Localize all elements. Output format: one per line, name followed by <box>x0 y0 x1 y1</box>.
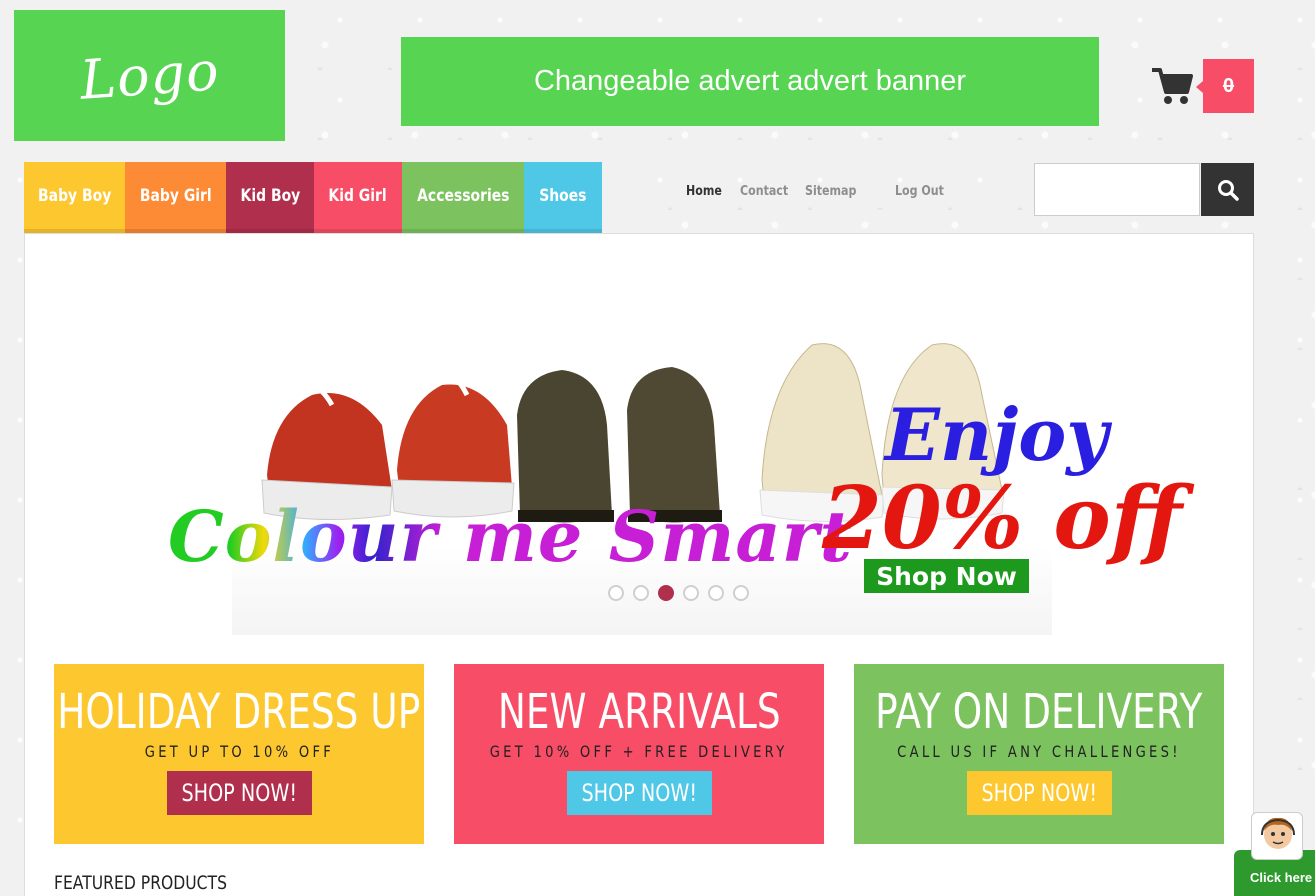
logo-text: Logo <box>77 39 222 112</box>
home-link[interactable]: Home <box>686 184 732 199</box>
category-label: Kid Girl <box>328 185 388 206</box>
category-kid-girl[interactable]: Kid Girl <box>314 162 402 233</box>
category-label: Kid Boy <box>240 185 300 206</box>
contact-link[interactable]: Contact <box>740 184 795 199</box>
promo-pay-on-delivery[interactable]: PAY ON DELIVERY CALL US IF ANY CHALLENGE… <box>854 664 1224 844</box>
promo-title: HOLIDAY DRESS UP <box>57 684 421 740</box>
promo-shop-button[interactable]: SHOP NOW! <box>566 771 712 815</box>
category-kid-boy[interactable]: Kid Boy <box>226 162 314 233</box>
slide-dot-5[interactable] <box>708 585 724 601</box>
logo[interactable]: Logo <box>14 10 285 141</box>
promo-holiday[interactable]: HOLIDAY DRESS UP GET UP TO 10% OFF SHOP … <box>54 664 424 844</box>
promo-subtitle: GET 10% OFF + FREE DELIVERY <box>490 742 788 761</box>
category-baby-girl[interactable]: Baby Girl <box>125 162 226 233</box>
promo-shop-button[interactable]: SHOP NOW! <box>166 771 312 815</box>
slide-dot-2[interactable] <box>633 585 649 601</box>
featured-products-heading: FEATURED PRODUCTS <box>54 872 227 894</box>
logout-link[interactable]: Log Out <box>895 184 946 199</box>
promo-subtitle: GET UP TO 10% OFF <box>144 742 334 761</box>
top-links: Home Contact Sitemap Log Out <box>686 180 955 202</box>
slide-dot-1[interactable] <box>608 585 624 601</box>
advert-banner[interactable]: Changeable advert advert banner <box>401 37 1099 126</box>
slider-discount: 20% off <box>822 468 1182 569</box>
cart-icon[interactable] <box>1151 66 1193 106</box>
slider-dots <box>608 585 749 601</box>
category-label: Accessories <box>416 185 510 206</box>
slide-dot-4[interactable] <box>683 585 699 601</box>
promo-subtitle: CALL US IF ANY CHALLENGES! <box>897 742 1181 761</box>
search-input[interactable] <box>1034 163 1200 216</box>
sitemap-link[interactable]: Sitemap <box>805 184 882 199</box>
help-button-label: Click here <box>1250 870 1313 885</box>
search-button[interactable] <box>1201 163 1254 216</box>
slider-enjoy: Enjoy <box>885 392 1109 477</box>
support-agent-icon <box>1251 812 1303 860</box>
category-shoes[interactable]: Shoes <box>524 162 602 233</box>
cart-count: 0 <box>1222 74 1235 97</box>
slide-dot-6[interactable] <box>733 585 749 601</box>
promo-button-label: SHOP NOW! <box>181 779 297 807</box>
promo-button-label: SHOP NOW! <box>581 779 697 807</box>
slider-shop-now-button[interactable]: Shop Now <box>864 559 1029 593</box>
slide-dot-3-active[interactable] <box>658 585 674 601</box>
live-help-widget[interactable]: Click here <box>1234 810 1315 896</box>
category-label: Baby Boy <box>37 185 112 206</box>
category-accessories[interactable]: Accessories <box>402 162 524 233</box>
promo-title: NEW ARRIVALS <box>497 684 781 740</box>
category-baby-boy[interactable]: Baby Boy <box>24 162 125 233</box>
promo-title: PAY ON DELIVERY <box>875 684 1203 740</box>
cart-count-badge[interactable]: 0 <box>1196 59 1254 113</box>
category-label: Shoes <box>539 185 587 206</box>
promo-new-arrivals[interactable]: NEW ARRIVALS GET 10% OFF + FREE DELIVERY… <box>454 664 824 844</box>
search-icon <box>1217 179 1239 201</box>
promo-button-label: SHOP NOW! <box>981 779 1097 807</box>
slider-slogan: Colour me Smart <box>168 495 853 578</box>
promo-shop-button[interactable]: SHOP NOW! <box>966 771 1112 815</box>
category-nav: Baby Boy Baby Girl Kid Boy Kid Girl Acce… <box>24 162 602 233</box>
category-label: Baby Girl <box>139 185 212 206</box>
